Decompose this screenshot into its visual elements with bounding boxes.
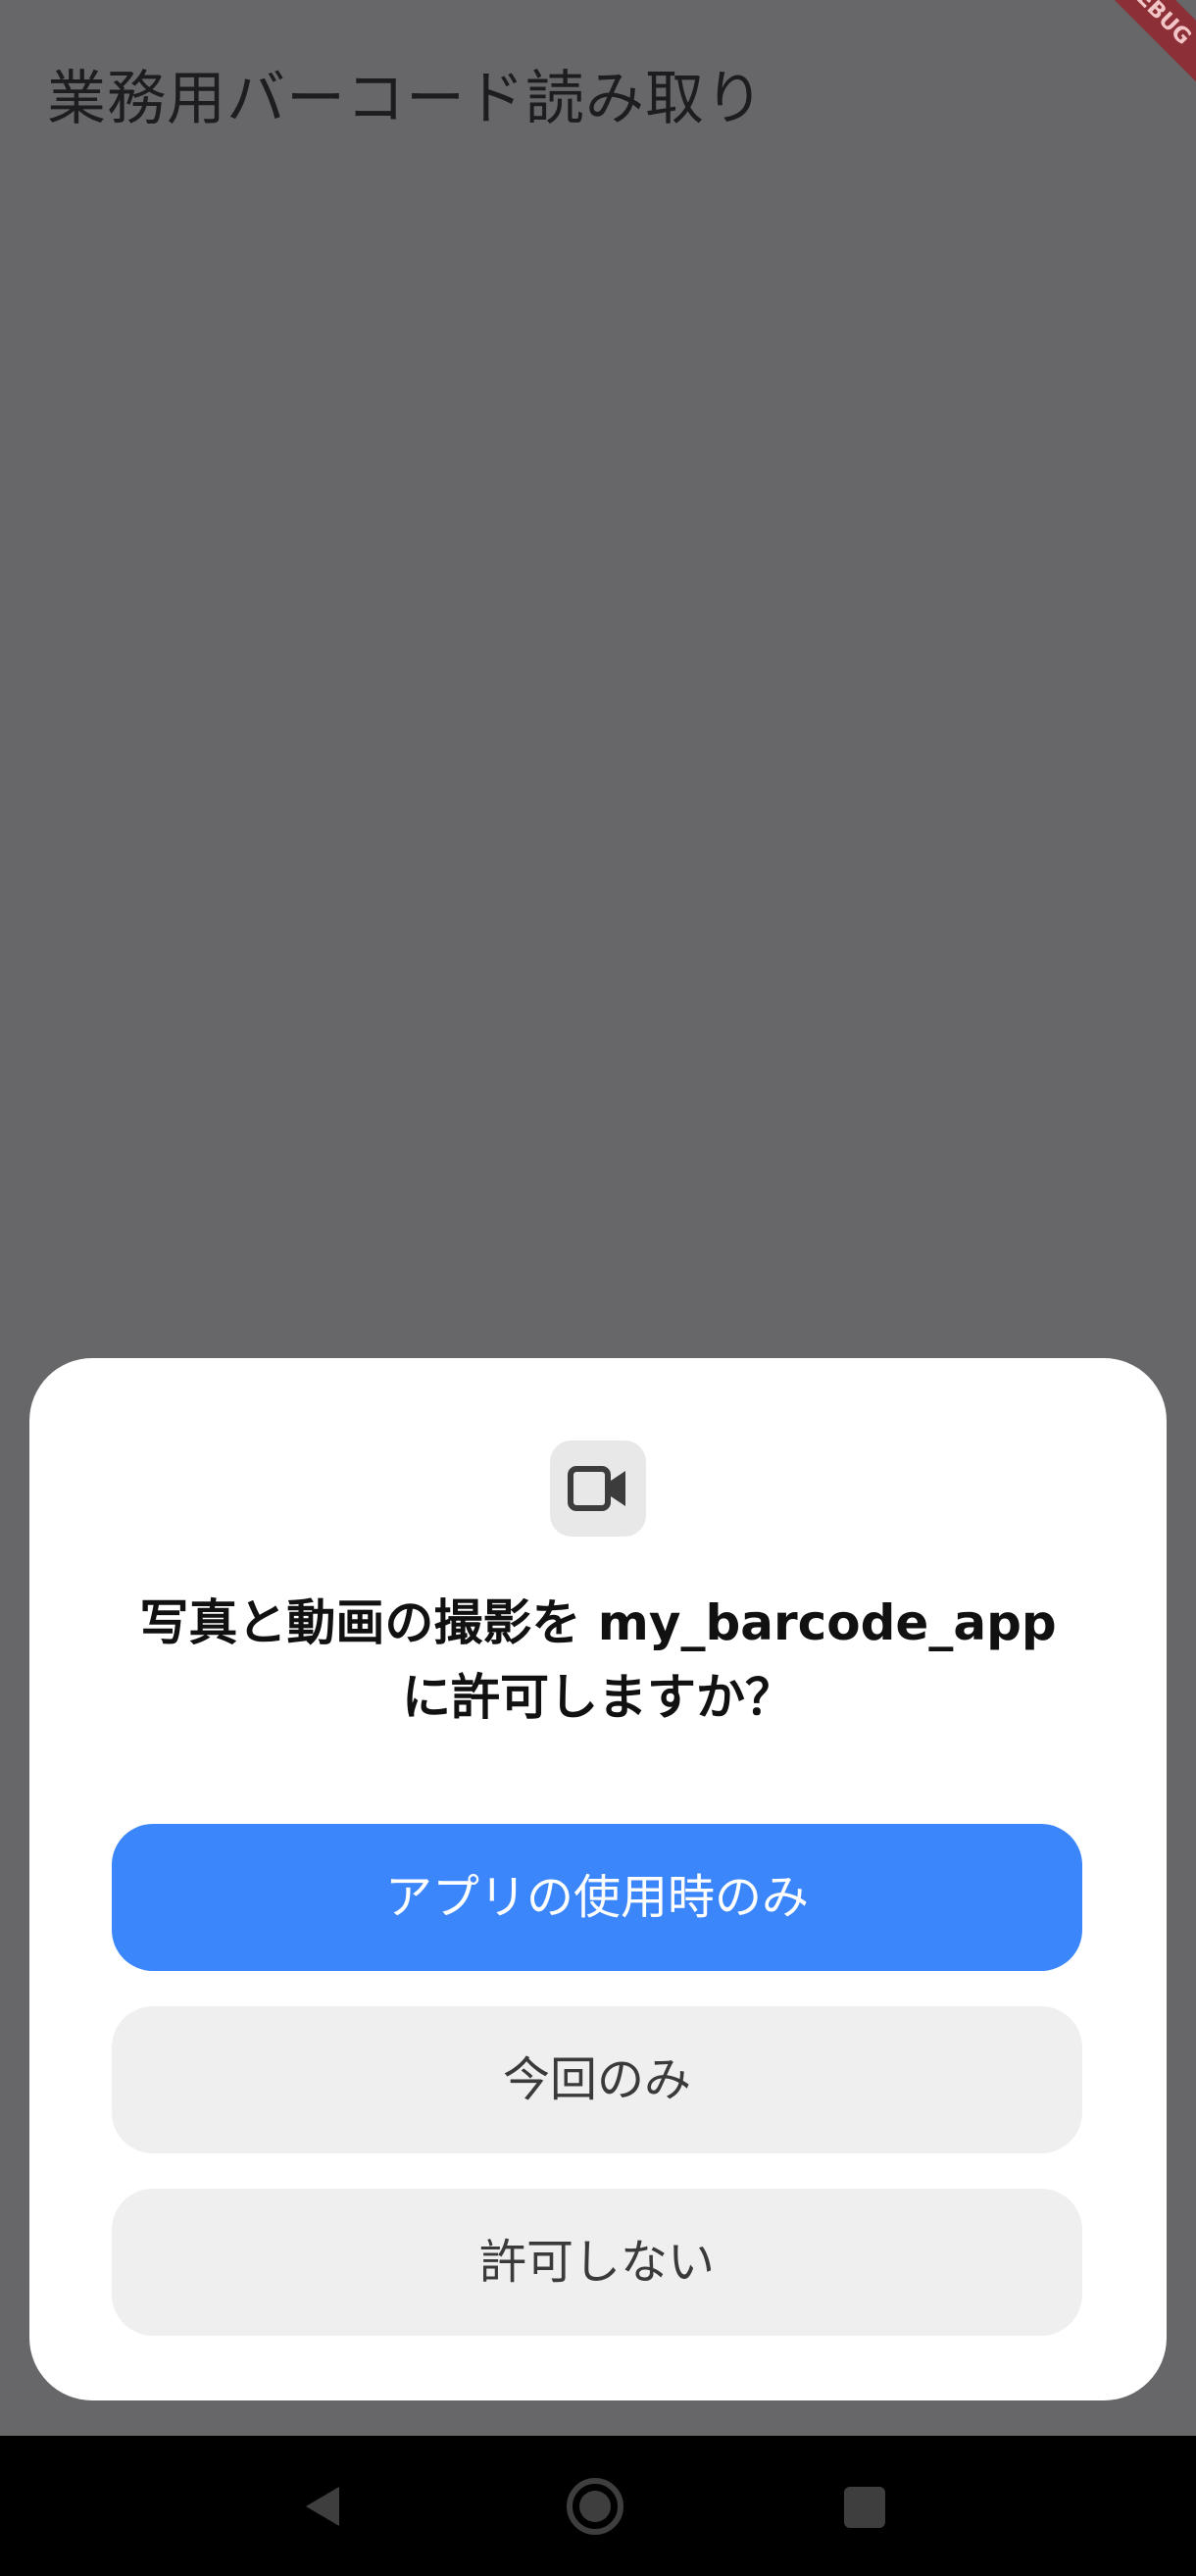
video-camera-icon <box>568 1466 625 1511</box>
permission-message-line2: に許可しますか？ <box>402 1669 794 1726</box>
recents-square-icon <box>844 2487 885 2528</box>
camera-permission-dialog: 写真と動画の撮影を my_barcode_app に許可しますか？ アプリの使用… <box>29 1358 1167 2400</box>
nav-home-button[interactable] <box>541 2436 649 2576</box>
nav-back-button[interactable] <box>271 2436 378 2576</box>
allow-while-using-button[interactable]: アプリの使用時のみ <box>112 1824 1082 1971</box>
navigation-bar <box>0 2436 1196 2576</box>
back-triangle-icon <box>306 2487 339 2526</box>
dialog-icon-container <box>550 1440 646 1537</box>
nav-recents-button[interactable] <box>810 2436 918 2576</box>
deny-button[interactable]: 許可しない <box>112 2189 1082 2336</box>
home-circle-icon <box>567 2478 623 2535</box>
app-bar: 業務用バーコード読み取り DEBUG <box>0 0 1196 177</box>
app-title: 業務用バーコード読み取り <box>47 65 765 133</box>
debug-banner: DEBUG <box>1065 0 1196 104</box>
allow-once-button[interactable]: 今回のみ <box>112 2006 1082 2153</box>
permission-message: 写真と動画の撮影を my_barcode_app に許可しますか？ <box>69 1586 1127 1735</box>
permission-message-line1: 写真と動画の撮影を my_barcode_app <box>139 1594 1057 1651</box>
